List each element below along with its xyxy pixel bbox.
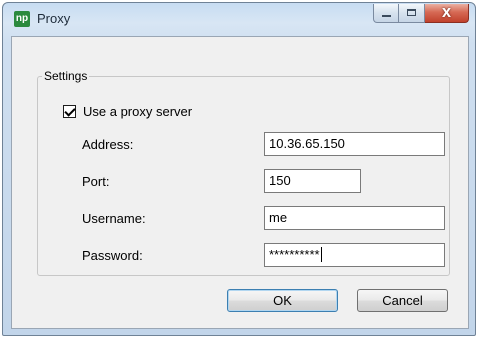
port-field[interactable]: 150 [264, 169, 361, 193]
close-icon: X [441, 6, 452, 20]
password-field[interactable]: ********** [264, 243, 445, 267]
text-caret [320, 247, 322, 262]
address-field[interactable]: 10.36.65.150 [264, 132, 445, 156]
minimize-button[interactable] [373, 4, 399, 23]
use-proxy-label: Use a proxy server [83, 104, 193, 119]
use-proxy-checkbox[interactable] [63, 105, 76, 118]
title-bar[interactable]: np Proxy X [3, 3, 475, 37]
use-proxy-option[interactable]: Use a proxy server [63, 104, 192, 119]
username-label: Username: [82, 211, 146, 226]
caption-buttons: X [373, 4, 469, 24]
proxy-dialog-window: np Proxy X Settings Use a proxy server A… [2, 2, 476, 336]
maximize-button[interactable] [399, 4, 425, 23]
window-title: Proxy [37, 11, 71, 26]
dialog-client-area: Settings Use a proxy server Address: 10.… [11, 36, 469, 329]
settings-group: Settings Use a proxy server Address: 10.… [37, 69, 450, 276]
app-icon: np [14, 11, 30, 27]
username-field[interactable]: me [264, 206, 445, 230]
password-value: ********** [269, 247, 320, 262]
password-label: Password: [82, 248, 143, 263]
minimize-icon [382, 15, 391, 17]
address-label: Address: [82, 137, 134, 152]
maximize-icon [407, 9, 416, 16]
close-button[interactable]: X [425, 4, 469, 23]
ok-button[interactable]: OK [227, 289, 338, 312]
settings-group-label: Settings [44, 69, 88, 83]
port-label: Port: [82, 174, 110, 189]
cancel-button[interactable]: Cancel [357, 289, 448, 312]
